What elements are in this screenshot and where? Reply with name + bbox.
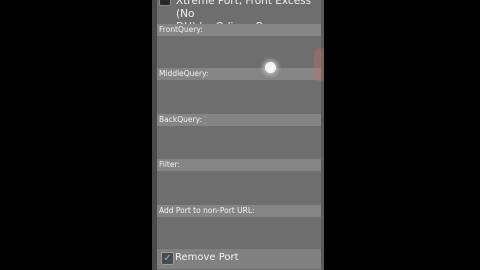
settings-screen: Xtreme Port, Front Excess (No DH) by Odi…: [152, 0, 324, 270]
config-title-line1: Xtreme Port, Front Excess (No: [176, 0, 312, 20]
filter-input[interactable]: [157, 171, 321, 201]
remove-port-option[interactable]: ✓ Remove Port: [157, 249, 321, 269]
front-query-label: FrontQuery:: [157, 24, 321, 36]
front-query-input[interactable]: [157, 36, 321, 66]
filter-label: Filter:: [157, 159, 321, 171]
scroll-indicator[interactable]: [314, 48, 324, 82]
back-query-input[interactable]: [157, 126, 321, 156]
screen-right-edge: [321, 0, 324, 270]
add-port-label: Add Port to non-Port URL:: [157, 205, 321, 217]
header-checkbox[interactable]: [159, 0, 171, 6]
middle-query-label: MiddleQuery:: [157, 68, 321, 80]
add-port-input[interactable]: [157, 217, 321, 247]
remove-port-checkbox[interactable]: ✓: [161, 252, 174, 265]
middle-query-input[interactable]: [157, 80, 321, 110]
back-query-label: BackQuery:: [157, 114, 321, 126]
remove-port-label: Remove Port: [175, 252, 239, 263]
touch-cursor-indicator: [265, 62, 276, 73]
